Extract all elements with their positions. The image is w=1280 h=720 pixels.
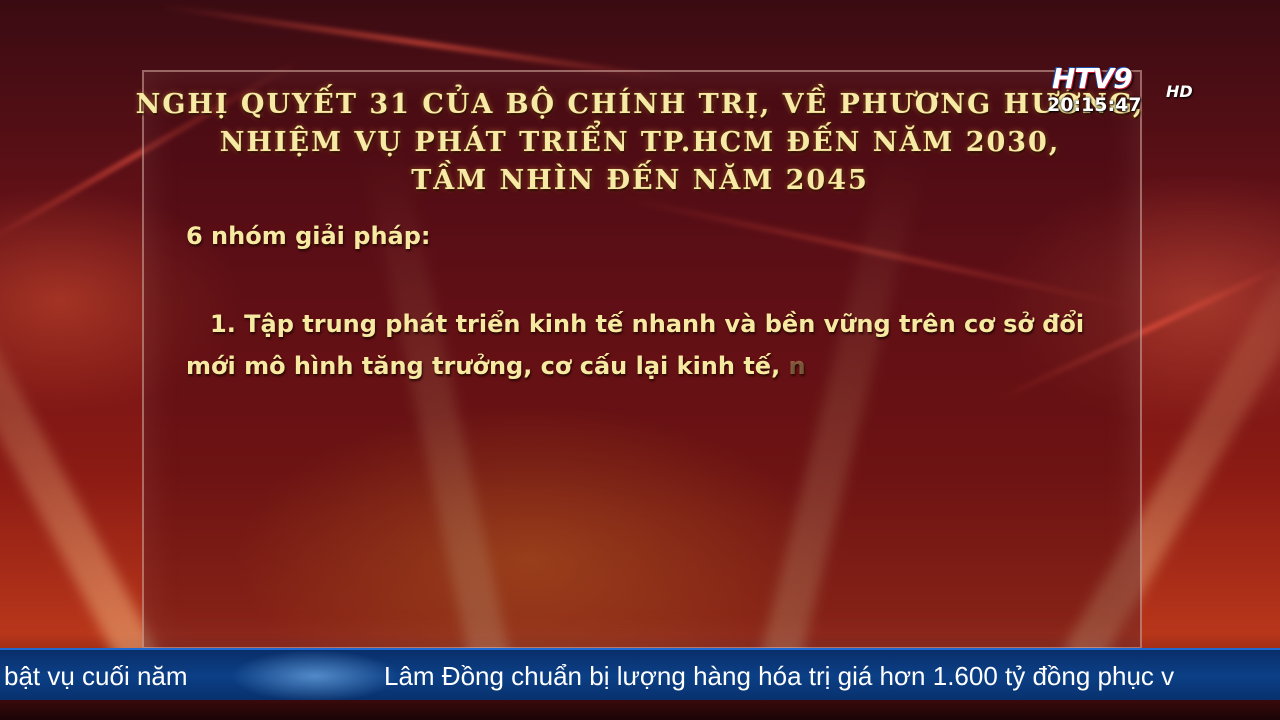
solution-item-1: 1. Tập trung phát triển kinh tế nhanh và… (186, 303, 1126, 387)
broadcast-clock: 20:15:47 (1047, 94, 1142, 116)
body-line-2-wrap: mới mô hình tăng trưởng, cơ cấu lại kinh… (186, 345, 1126, 387)
body-line-2-fading: n (780, 352, 806, 380)
ticker-glow (230, 650, 400, 702)
title-line-2: NHIỆM VỤ PHÁT TRIỂN TP.HCM ĐẾN NĂM 2030, (219, 127, 1061, 158)
news-ticker: bật vụ cuối năm Lâm Đồng chuẩn bị lượng … (0, 648, 1280, 702)
body-line-2: mới mô hình tăng trưởng, cơ cấu lại kinh… (186, 352, 781, 380)
light-ray (0, 191, 158, 670)
title-line-3: TẦM NHÌN ĐẾN NĂM 2045 (411, 165, 869, 196)
bottom-bar (0, 700, 1280, 720)
ticker-item-1: bật vụ cuối năm (4, 661, 188, 691)
channel-logo-text: HTV9 (1052, 62, 1133, 95)
body-line-1: 1. Tập trung phát triển kinh tế nhanh và… (210, 310, 1085, 338)
hd-badge: HD (1166, 82, 1193, 101)
solutions-heading: 6 nhóm giải pháp: (186, 222, 431, 250)
ticker-item-2: Lâm Đồng chuẩn bị lượng hàng hóa trị giá… (384, 661, 1175, 691)
